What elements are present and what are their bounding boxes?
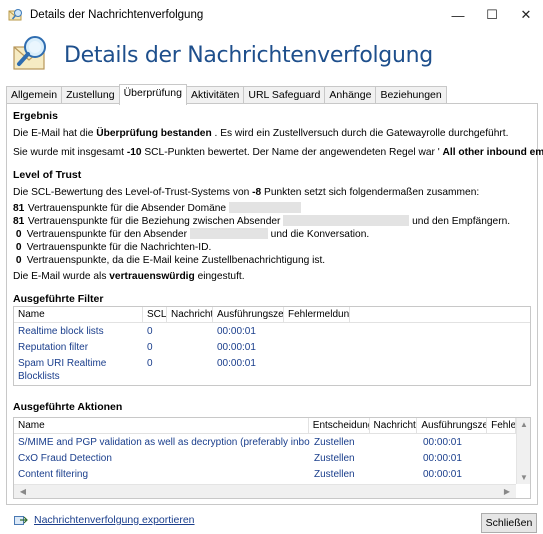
window-title: Details der Nachrichtenverfolgung	[30, 9, 204, 21]
column-header[interactable]: Nachricht	[370, 418, 418, 433]
ergebnis-heading: Ergebnis	[13, 110, 58, 122]
export-link[interactable]: Nachrichtenverfolgung exportieren	[14, 514, 195, 526]
tab-aktivitaeten[interactable]: Aktivitäten	[185, 86, 245, 104]
tab-bar: Allgemein Zustellung Überprüfung Aktivit…	[6, 84, 447, 105]
column-header[interactable]: Name	[14, 307, 143, 322]
table-row[interactable]: CxO Fraud Detection Zustellen 00:00:01	[14, 452, 530, 468]
close-button[interactable]: Schließen	[481, 513, 537, 533]
filters-table-header: Name SCL Nachricht Ausführungszeit Fehle…	[14, 307, 530, 323]
tab-allgemein[interactable]: Allgemein	[6, 86, 63, 104]
table-row[interactable]: Content filtering Zustellen 00:00:01	[14, 468, 530, 484]
trust-intro: Die SCL-Bewertung des Level-of-Trust-Sys…	[13, 187, 480, 198]
tab-anhaenge[interactable]: Anhänge	[324, 86, 377, 104]
tab-beziehungen[interactable]: Beziehungen	[375, 86, 447, 104]
table-row[interactable]: S/MIME and PGP validation as well as dec…	[14, 436, 530, 452]
tab-url-safeguard[interactable]: URL Safeguard	[243, 86, 326, 104]
vertical-scrollbar[interactable]: ▲ ▼	[516, 418, 530, 484]
verification-content: Ergebnis Die E-Mail hat die Überprüfung …	[13, 107, 543, 310]
trust-item: 0 Vertrauenspunkte für den Absender und …	[15, 228, 370, 240]
table-row[interactable]: Realtime block lists 0 00:00:01	[14, 325, 530, 341]
redacted-block	[189, 228, 268, 239]
trust-item: 0 Vertrauenspunkte, da die E-Mail keine …	[15, 255, 326, 266]
actions-table[interactable]: Name Entscheidung Nachricht Ausführungsz…	[13, 417, 531, 499]
table-row[interactable]: Reputation filter 0 00:00:01	[14, 341, 530, 357]
title-bar: Details der Nachrichtenverfolgung — ☐ ✕	[0, 0, 543, 30]
scroll-down-icon[interactable]: ▼	[517, 473, 531, 482]
minimize-button[interactable]: —	[441, 0, 475, 30]
column-header[interactable]: Nachricht	[167, 307, 213, 322]
redacted-block	[283, 215, 410, 226]
trust-item: 81 Vertrauenspunkte für die Absender Dom…	[13, 202, 533, 215]
actions-table-header: Name Entscheidung Nachricht Ausführungsz…	[14, 418, 517, 434]
table-row[interactable]: Spam URI Realtime Blocklists 0 00:00:01	[14, 357, 530, 383]
page-title: Details der Nachrichtenverfolgung	[64, 42, 433, 68]
trust-verdict: Die E-Mail wurde als vertrauenswürdig ei…	[13, 271, 245, 282]
close-window-button[interactable]: ✕	[509, 0, 543, 30]
dialog-header: Details der Nachrichtenverfolgung	[0, 30, 543, 80]
filters-heading: Ausgeführte Filter	[13, 293, 104, 305]
column-header[interactable]: Ausführungszeit	[417, 418, 488, 433]
ergebnis-line-1: Die E-Mail hat die Überprüfung bestanden…	[13, 128, 509, 139]
export-link-label[interactable]: Nachrichtenverfolgung exportieren	[34, 514, 195, 526]
column-header[interactable]: Fehlermeldung	[284, 307, 350, 322]
tab-zustellung[interactable]: Zustellung	[61, 86, 120, 104]
tab-ueberpruefung[interactable]: Überprüfung	[118, 84, 187, 105]
column-header[interactable]: Entscheidung	[309, 418, 370, 433]
column-header[interactable]: SCL	[143, 307, 167, 322]
redacted-block	[228, 202, 301, 213]
scroll-up-icon[interactable]: ▲	[517, 420, 531, 429]
filters-table[interactable]: Name SCL Nachricht Ausführungszeit Fehle…	[13, 306, 531, 386]
actions-heading: Ausgeführte Aktionen	[13, 401, 123, 413]
export-icon	[14, 516, 28, 525]
trust-item: 81 Vertrauenspunkte für die Beziehung zw…	[13, 215, 511, 227]
tracking-app-icon	[8, 9, 22, 21]
scroll-right-icon[interactable]: ▶	[500, 487, 514, 496]
horizontal-scrollbar[interactable]: ◀ ▶	[14, 484, 516, 498]
trust-heading: Level of Trust	[13, 169, 82, 181]
column-header[interactable]: Name	[14, 418, 309, 433]
trust-item: 0 Vertrauenspunkte für die Nachrichten-I…	[15, 242, 212, 253]
ergebnis-line-2: Sie wurde mit insgesamt -10 SCL-Punkten …	[13, 147, 543, 158]
mail-magnifier-icon	[13, 36, 46, 70]
column-header[interactable]: Ausführungszeit	[213, 307, 284, 322]
maximize-button[interactable]: ☐	[475, 0, 509, 30]
scroll-left-icon[interactable]: ◀	[16, 487, 30, 496]
column-header[interactable]: Fehlerme	[487, 418, 517, 433]
